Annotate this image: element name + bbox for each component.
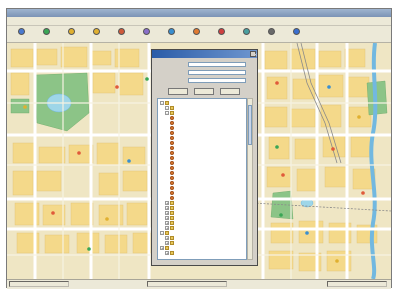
toolbar	[7, 26, 391, 43]
help-icon	[293, 28, 300, 35]
poi-icon	[170, 141, 174, 145]
open-icon	[18, 28, 25, 35]
name-input[interactable]	[188, 62, 246, 67]
poi-icon	[170, 176, 174, 180]
expand-icon[interactable]: +	[165, 241, 169, 245]
poi-icon	[170, 156, 174, 160]
collapse-icon[interactable]: -	[165, 111, 169, 115]
print-icon	[268, 28, 275, 35]
poi-icon	[170, 116, 174, 120]
address-input[interactable]	[188, 78, 246, 83]
poi-icon	[170, 126, 174, 130]
toolbar-button[interactable]	[186, 28, 208, 41]
pan-icon	[118, 28, 125, 35]
toolbar-button[interactable]	[61, 28, 83, 41]
poi-icon	[170, 161, 174, 165]
expand-icon[interactable]: +	[165, 236, 169, 240]
close-icon: ×	[254, 52, 258, 57]
search-button[interactable]	[168, 88, 188, 95]
folder-icon	[165, 231, 169, 235]
expand-icon[interactable]: +	[165, 226, 169, 230]
clear-button[interactable]	[194, 88, 214, 95]
folder-icon	[170, 221, 174, 225]
collapse-icon[interactable]: -	[160, 101, 164, 105]
poi-search-dialog: × - - - + + + + + + - + + + +	[151, 49, 258, 266]
poi-icon	[170, 131, 174, 135]
scrollbar-thumb[interactable]	[248, 105, 252, 145]
folder-icon	[170, 226, 174, 230]
folder-icon	[170, 106, 174, 110]
cancel-button[interactable]	[220, 88, 240, 95]
close-button[interactable]: ×	[250, 51, 258, 57]
tree-scrollbar[interactable]	[247, 98, 253, 260]
poi-icon	[170, 171, 174, 175]
toolbar-button[interactable]	[36, 28, 58, 41]
layer-icon	[193, 28, 200, 35]
status-cell	[9, 281, 69, 287]
poi-icon	[170, 146, 174, 150]
folder-icon	[170, 251, 174, 255]
toolbar-button[interactable]	[111, 28, 133, 41]
title-bar[interactable]	[7, 9, 391, 17]
collapse-icon[interactable]: -	[165, 106, 169, 110]
expand-icon[interactable]: +	[165, 206, 169, 210]
collapse-icon[interactable]: -	[160, 231, 164, 235]
zoom-in-icon	[68, 28, 75, 35]
folder-icon	[170, 236, 174, 240]
status-bar	[7, 279, 391, 289]
globe-icon	[43, 28, 50, 35]
toolbar-button[interactable]	[211, 28, 233, 41]
folder-icon	[170, 111, 174, 115]
folder-icon	[170, 211, 174, 215]
poi-icon	[170, 181, 174, 185]
expand-icon[interactable]: +	[165, 211, 169, 215]
bus-icon	[218, 28, 225, 35]
category-tree[interactable]: - - - + + + + + + - + + + +	[157, 98, 247, 260]
toolbar-button[interactable]	[261, 28, 283, 41]
poi-icon	[170, 186, 174, 190]
status-cell	[147, 281, 227, 287]
poi-icon	[170, 166, 174, 170]
toolbar-button[interactable]	[136, 28, 158, 41]
toolbar-button[interactable]	[236, 28, 258, 41]
folder-icon	[170, 241, 174, 245]
measure-icon	[143, 28, 150, 35]
dialog-title-bar[interactable]: ×	[152, 50, 257, 58]
toolbar-button[interactable]	[11, 28, 33, 41]
poi-icon	[170, 121, 174, 125]
folder-icon	[170, 216, 174, 220]
type-input[interactable]	[188, 70, 246, 75]
folder-icon	[165, 101, 169, 105]
expand-icon[interactable]: +	[165, 251, 169, 255]
poi-icon	[170, 196, 174, 200]
poi-icon	[170, 151, 174, 155]
expand-icon[interactable]: +	[160, 246, 164, 250]
poi-icon	[170, 191, 174, 195]
toolbar-button[interactable]	[286, 28, 308, 41]
toolbar-button[interactable]	[86, 28, 108, 41]
status-cell	[327, 281, 387, 287]
zoom-out-icon	[93, 28, 100, 35]
toolbar-button[interactable]	[161, 28, 183, 41]
expand-icon[interactable]: +	[165, 201, 169, 205]
folder-icon	[170, 201, 174, 205]
poi-icon	[170, 136, 174, 140]
route-icon	[243, 28, 250, 35]
search-icon	[168, 28, 175, 35]
folder-icon	[170, 206, 174, 210]
menu-bar	[7, 17, 391, 26]
expand-icon[interactable]: +	[165, 221, 169, 225]
folder-icon	[165, 246, 169, 250]
expand-icon[interactable]: +	[165, 216, 169, 220]
